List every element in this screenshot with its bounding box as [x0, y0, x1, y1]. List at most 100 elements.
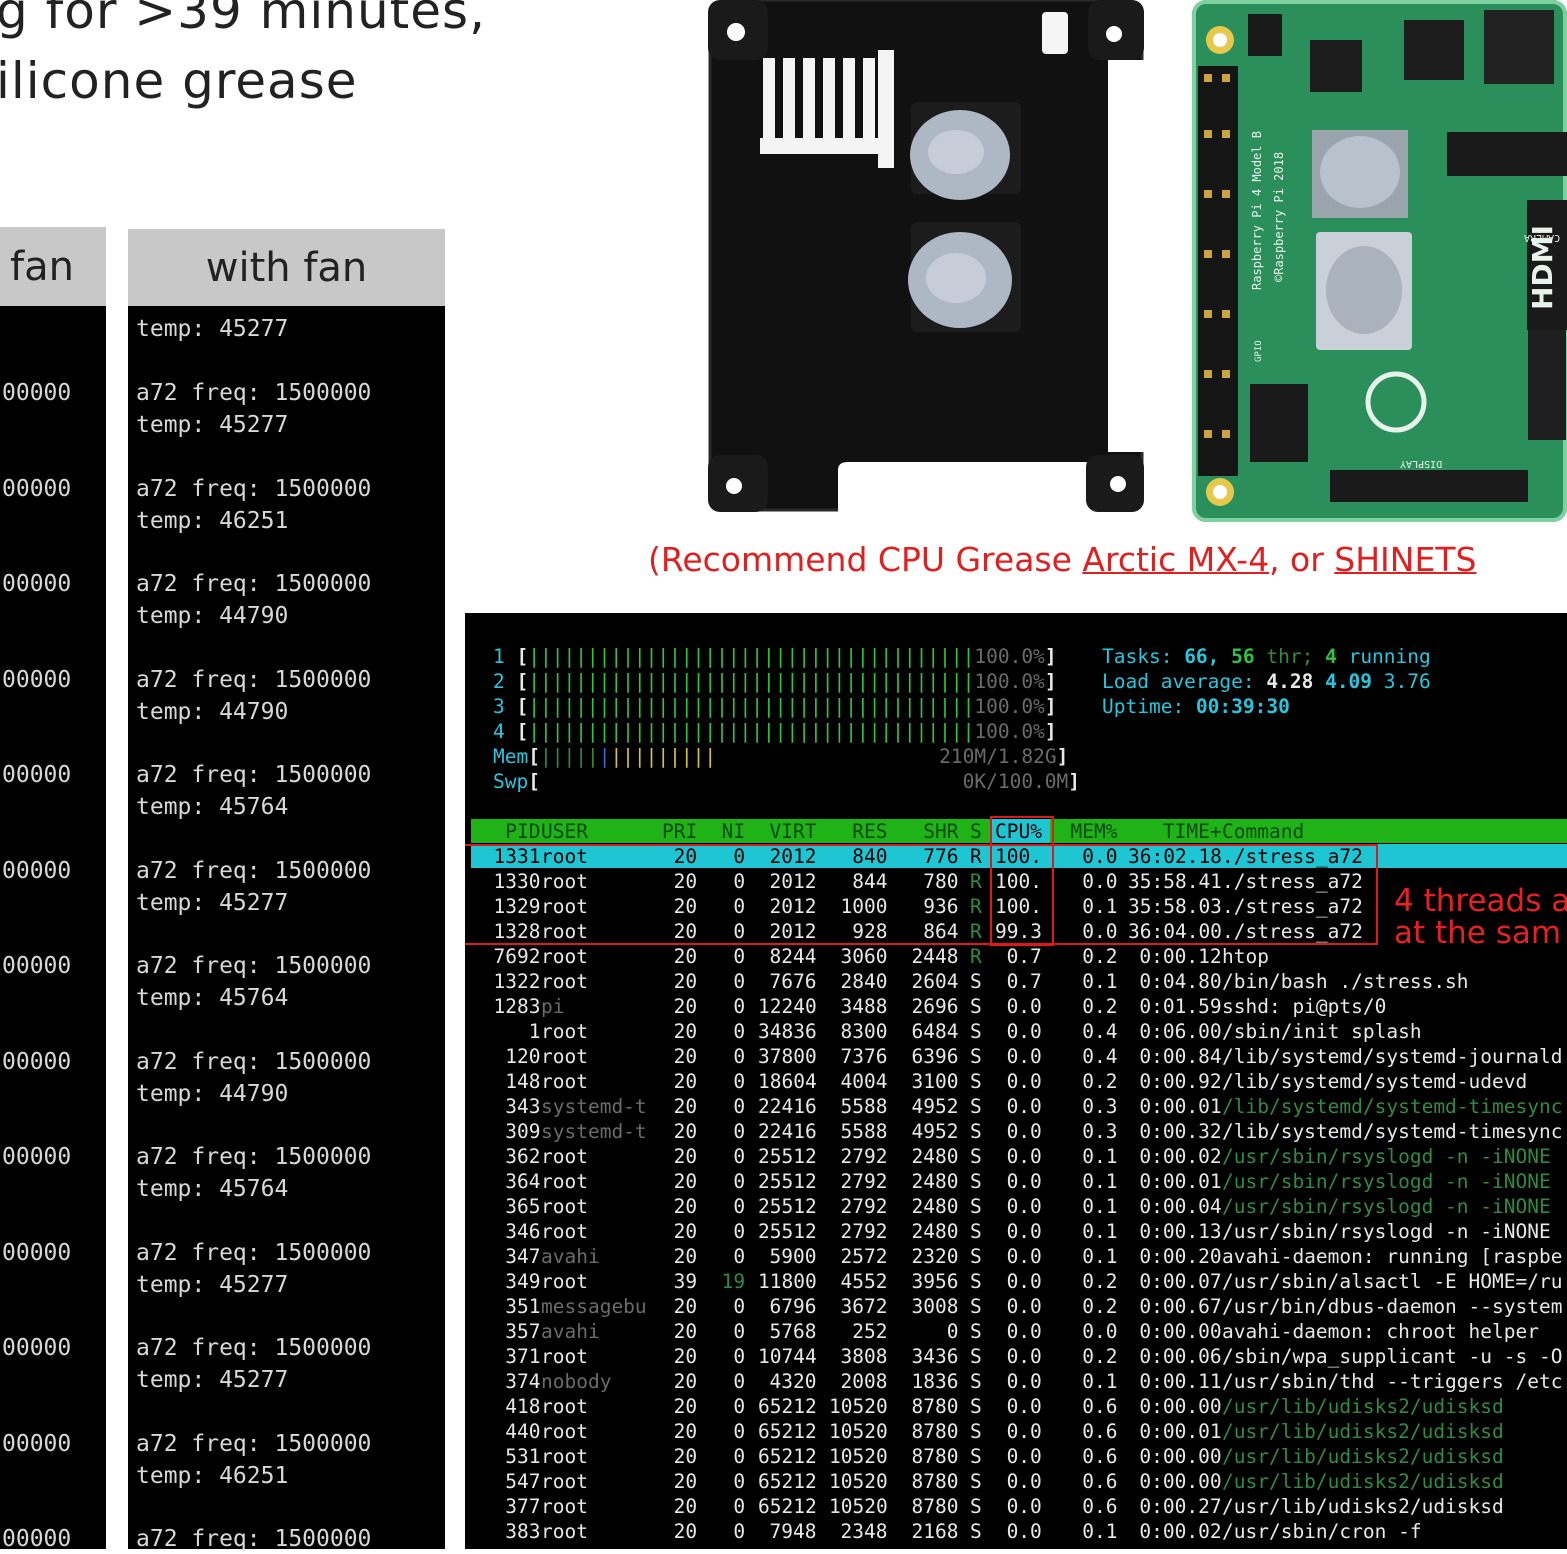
column-header-user: USER [541, 820, 588, 843]
case-bottom-plate-image [708, 0, 1144, 512]
process-row[interactable] [471, 1144, 1567, 1168]
column-header-s: S [970, 820, 982, 843]
load-label: Load average: [1102, 670, 1267, 693]
column-header-shr: SHR [923, 820, 959, 843]
no-fan-freq-value: 00000 [2, 666, 72, 693]
cpu-meter-2: 2 [|||||||||||||||||||||||||||||||||||||… [493, 669, 1057, 694]
process-row[interactable] [471, 1094, 1567, 1118]
process-row[interactable] [471, 1169, 1567, 1193]
threads-annotation: 4 threads a at the sam [1394, 885, 1567, 949]
meter-bracket: [ [528, 745, 540, 768]
process-row[interactable] [471, 1119, 1567, 1143]
column-header-pid: PID [505, 820, 541, 843]
cpu-meter-label: 3 [493, 695, 517, 718]
mem-meter: Mem[||||||||||||||| 210M/1.82G] [493, 744, 1068, 769]
process-row[interactable] [471, 1069, 1567, 1093]
board-model-label: Raspberry Pi 4 Model B [1250, 131, 1264, 290]
process-row[interactable] [471, 1519, 1567, 1543]
process-row[interactable] [471, 1294, 1567, 1318]
with-fan-terminal-column: temp: 45277 a72 freq: 1500000 temp: 45277 a… [128, 306, 445, 1552]
with-fan-freq-reading: a72 freq: 1500000 [136, 762, 372, 788]
running-label: running [1348, 645, 1431, 668]
with-fan-freq-reading: a72 freq: 1500000 [136, 1335, 372, 1361]
cpu-meter-1: 1 [|||||||||||||||||||||||||||||||||||||… [493, 644, 1057, 669]
process-row[interactable] [471, 1244, 1567, 1268]
meter-bracket: [ [516, 670, 529, 693]
process-row[interactable] [471, 1419, 1567, 1443]
board-camera-label: CAMERA [1524, 232, 1561, 243]
with-fan-temp-reading: temp: 44790 [136, 603, 289, 629]
stress-threads-highlight-box [465, 844, 1378, 945]
arctic-mx4-link[interactable]: Arctic MX-4 [1082, 540, 1269, 579]
tasks-label: Tasks: [1102, 645, 1185, 668]
cpu-usage-bar: |||||||||||||||||||||||||||||||||||||| [528, 695, 975, 718]
load-15min: 3.76 [1383, 670, 1431, 693]
with-fan-temp-reading: temp: 45277 [136, 1367, 289, 1393]
process-row[interactable] [471, 1394, 1567, 1418]
meter-bracket: ] [1056, 745, 1069, 768]
process-row[interactable] [471, 1319, 1567, 1343]
no-fan-freq-value: 00000 [2, 1144, 72, 1170]
cpu-usage-bar: |||||||||||||||||||||||||||||||||||||| [528, 720, 975, 743]
mem-value: 210M/1.82G [939, 745, 1057, 768]
no-fan-terminal-column: 00000 00000 00000 00000 00000 00000 00000 00000… [0, 306, 106, 1552]
process-row[interactable] [471, 1019, 1567, 1043]
raspberry-pi-board-image: Raspberry Pi 4 Model B ©Raspberry Pi 201… [1192, 0, 1567, 524]
meter-bracket: ] [1044, 695, 1057, 718]
load-average: Load average: 4.28 4.09 3.76 [1102, 669, 1431, 694]
process-row[interactable] [471, 1369, 1567, 1393]
cpu-meter-value: 100.0% [974, 695, 1045, 718]
with-fan-column-header: with fan [128, 229, 445, 306]
headline-line-1: g for >39 minutes, [0, 0, 486, 40]
with-fan-freq-reading: a72 freq: 1500000 [136, 475, 372, 502]
cpu-meter-3: 3 [|||||||||||||||||||||||||||||||||||||… [493, 694, 1057, 719]
process-row[interactable] [471, 1269, 1567, 1293]
process-row[interactable] [471, 1044, 1567, 1068]
no-fan-freq-value: 00000 [2, 380, 72, 406]
process-row[interactable] [471, 1344, 1567, 1368]
process-row[interactable] [471, 1494, 1567, 1518]
meter-bracket: [ [516, 645, 529, 668]
with-fan-temp-reading: temp: 44790 [136, 698, 289, 725]
with-fan-temp-reading: temp: 45277 [136, 889, 289, 916]
with-fan-temp-reading: temp: 45277 [136, 1271, 289, 1298]
swp-value: 0K/100.0M [962, 770, 1069, 793]
threads-count: 56 [1231, 645, 1267, 668]
cpu-meter-label: 2 [493, 670, 517, 693]
process-row[interactable] [471, 1444, 1567, 1468]
load-5min: 4.09 [1325, 670, 1384, 693]
uptime: Uptime: 00:39:30 [1102, 694, 1290, 719]
threads-annotation-line-2: at the sam [1394, 915, 1562, 951]
column-header-pri: PRI [662, 820, 698, 843]
process-row[interactable] [471, 1219, 1567, 1243]
no-fan-freq-value: 00000 [2, 762, 72, 788]
cpu-meter-label: 1 [493, 645, 517, 668]
process-row[interactable] [471, 969, 1567, 993]
no-fan-freq-value: 00000 [2, 571, 72, 597]
cpu-meter-value: 100.0% [974, 720, 1045, 743]
with-fan-temp-reading: temp: 45277 [136, 412, 289, 438]
shinets-link[interactable]: SHINETS [1334, 540, 1476, 579]
with-fan-temp-reading: temp: 45764 [136, 985, 289, 1011]
with-fan-freq-reading: a72 freq: 1500000 [136, 953, 372, 979]
load-1min: 4.28 [1266, 670, 1326, 693]
cpu-meter-value: 100.0% [974, 670, 1045, 693]
mem-buffer-bar: | [598, 745, 611, 768]
process-row[interactable] [471, 1469, 1567, 1493]
cpu-meter-value: 100.0% [974, 645, 1045, 668]
board-display-label: DISPLAY [1400, 458, 1443, 469]
mem-used-bar: ||||| [539, 745, 599, 768]
cpu-meter-label: 4 [493, 720, 517, 743]
no-fan-freq-value: 00000 [2, 475, 72, 502]
with-fan-temp-reading: temp: 45764 [136, 794, 289, 820]
board-gpio-label: GPIO [1254, 340, 1264, 362]
process-row[interactable] [471, 1194, 1567, 1218]
process-row[interactable] [471, 994, 1567, 1018]
with-fan-freq-reading: a72 freq: 1500000 [136, 571, 372, 597]
threads-annotation-line-1: 4 threads a [1394, 883, 1567, 919]
uptime-value: 00:39:30 [1195, 695, 1290, 718]
meter-bracket: ] [1044, 670, 1057, 693]
column-header-ni: NI [721, 820, 746, 843]
with-fan-temp-reading: temp: 45277 [136, 316, 289, 342]
with-fan-freq-reading: a72 freq: 1500000 [136, 1526, 372, 1552]
